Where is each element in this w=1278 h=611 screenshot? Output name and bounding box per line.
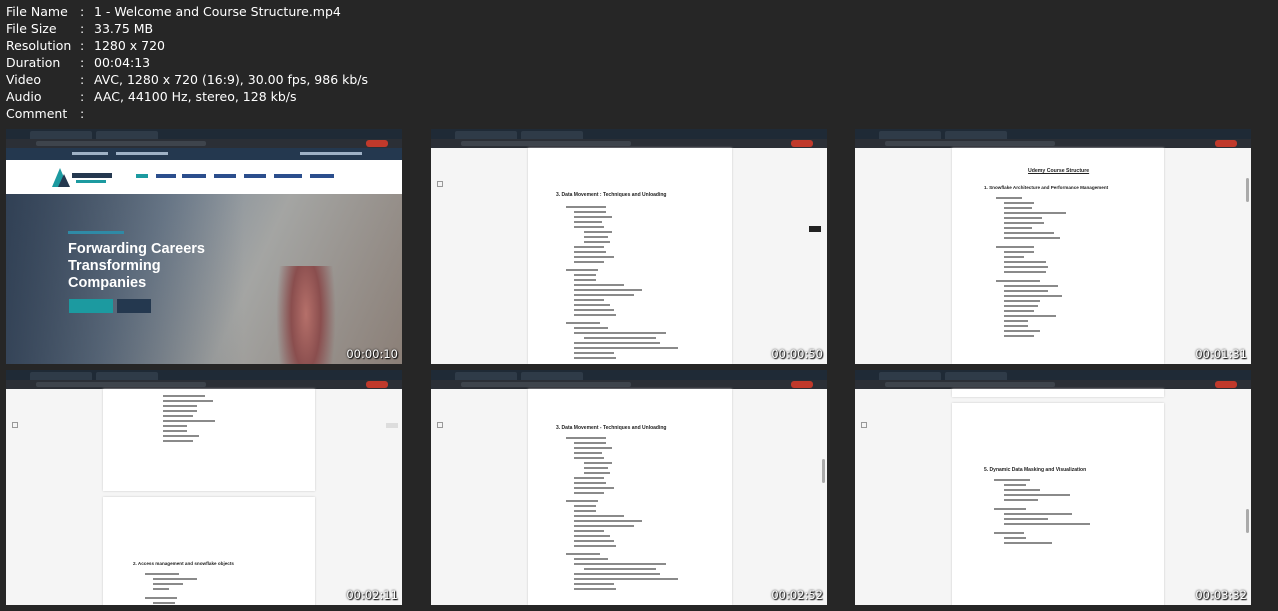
document-page: 2. Access management and snowflake objec… [103,497,315,605]
company-logo-icon [52,168,112,187]
scrollbar [1246,178,1249,202]
timestamp: 00:03:32 [1195,588,1247,602]
browser-tab-strip [6,129,402,139]
thumbnail-frame[interactable]: 5. Dynamic Data Masking and Visualizatio… [855,370,1251,605]
document-page [103,389,315,491]
website-top-bar [6,148,402,160]
scrollbar [1246,509,1249,533]
timestamp: 00:00:50 [771,347,823,361]
thumbnail-frame[interactable]: Forwarding Careers Transforming Companie… [6,129,402,364]
scrollbar [822,459,825,483]
outline-icon [437,181,443,187]
timestamp: 00:02:11 [346,588,398,602]
document-canvas: Udemy Course Structure 1. Snowflake Arch… [855,148,1251,364]
outline-icon [12,422,18,428]
submit-resume-button [69,299,113,313]
page-indicator [809,226,821,232]
thumbnail-frame[interactable]: 3. Data Movement : Techniques and Unload… [431,129,827,364]
timestamp: 00:00:10 [346,347,398,361]
document-canvas: 3. Data Movement : Techniques and Unload… [431,148,827,364]
document-page: Udemy Course Structure 1. Snowflake Arch… [952,148,1164,364]
document-canvas: 3. Data Movement - Techniques and Unload… [431,389,827,605]
outline-icon [861,422,867,428]
thumbnail-frame[interactable]: 3. Data Movement - Techniques and Unload… [431,370,827,605]
thumbnail-frame[interactable]: Udemy Course Structure 1. Snowflake Arch… [855,129,1251,364]
document-canvas: 2. Access management and snowflake objec… [6,389,402,605]
hero-headline: Forwarding Careers Transforming Companie… [68,241,205,291]
timestamp: 00:02:52 [771,588,823,602]
document-page: 5. Dynamic Data Masking and Visualizatio… [952,403,1164,605]
view-jobs-button [117,299,151,313]
website-nav [6,160,402,194]
thumbnail-grid: Forwarding Careers Transforming Companie… [0,0,1278,611]
timestamp: 00:01:31 [1195,347,1247,361]
document-page: 3. Data Movement - Techniques and Unload… [528,389,732,605]
document-canvas: 5. Dynamic Data Masking and Visualizatio… [855,389,1251,605]
browser-address-bar [6,139,402,148]
outline-icon [437,422,443,428]
document-page: 3. Data Movement : Techniques and Unload… [528,148,732,364]
document-page [952,389,1164,397]
thumbnail-frame[interactable]: 2. Access management and snowflake objec… [6,370,402,605]
